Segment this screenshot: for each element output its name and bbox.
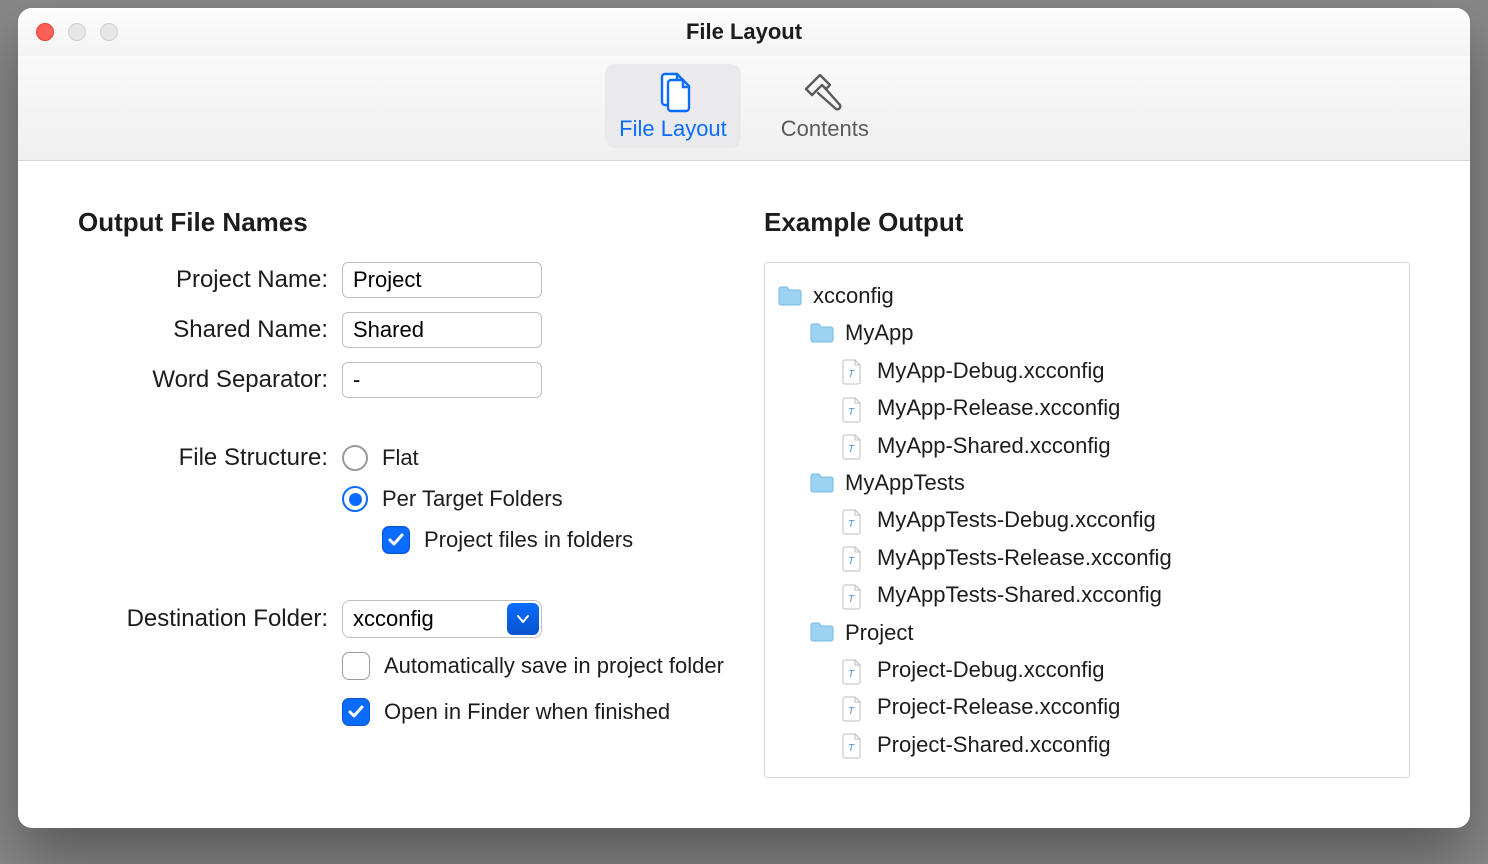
project-name-label: Project Name: [78,266,328,294]
file-icon: T [841,434,867,456]
section-example-output: Example Output [764,207,1410,238]
example-output-tree: xcconfigMyAppTMyApp-Debug.xcconfigTMyApp… [764,262,1410,778]
folder-icon [777,285,803,307]
section-output-file-names: Output File Names [78,207,724,238]
svg-text:T: T [848,556,855,567]
tree-file[interactable]: TProject-Debug.xcconfig [841,651,1397,688]
documents-icon [649,70,697,114]
folder-icon [809,322,835,344]
destination-folder-label: Destination Folder: [78,605,328,633]
tab-file-layout[interactable]: File Layout [605,64,741,148]
file-icon: T [841,696,867,718]
folder-icon [809,472,835,494]
tree-folder[interactable]: MyAppTests [809,464,1397,501]
folder-icon [809,621,835,643]
open-in-finder-checkbox[interactable] [342,698,370,726]
file-structure-label: File Structure: [78,444,328,472]
svg-text:T: T [848,669,855,680]
tree-file[interactable]: TMyApp-Shared.xcconfig [841,427,1397,464]
tree-file[interactable]: TMyAppTests-Release.xcconfig [841,539,1397,576]
open-in-finder-label: Open in Finder when finished [384,699,670,725]
project-files-in-folders-label: Project files in folders [424,527,633,553]
file-structure-per-target-label: Per Target Folders [382,486,563,512]
destination-folder-disclosure[interactable] [507,603,539,635]
project-files-in-folders-checkbox[interactable] [382,526,410,554]
tree-file[interactable]: TMyApp-Release.xcconfig [841,389,1397,426]
shared-name-input[interactable] [342,312,542,348]
tree-folder-root[interactable]: xcconfig [777,277,1397,314]
svg-text:T: T [848,369,855,380]
shared-name-label: Shared Name: [78,316,328,344]
file-icon: T [841,509,867,531]
tab-contents[interactable]: Contents [767,64,883,148]
zoom-window-button[interactable] [100,23,118,41]
svg-text:T: T [848,444,855,455]
auto-save-label: Automatically save in project folder [384,653,724,679]
file-icon: T [841,584,867,606]
auto-save-checkbox[interactable] [342,652,370,680]
file-icon: T [841,397,867,419]
close-window-button[interactable] [36,23,54,41]
svg-text:T: T [848,407,855,418]
toolbar: File Layout Contents [18,56,1470,161]
tree-file[interactable]: TProject-Shared.xcconfig [841,726,1397,763]
titlebar: File Layout [18,8,1470,56]
file-structure-flat-radio[interactable] [342,445,368,471]
tree-file[interactable]: TProject-Release.xcconfig [841,688,1397,725]
word-separator-label: Word Separator: [78,366,328,394]
svg-text:T: T [848,519,855,530]
preferences-window: File Layout File Layout Contents [18,8,1470,828]
tree-file[interactable]: TMyAppTests-Debug.xcconfig [841,501,1397,538]
tree-folder[interactable]: Project [809,614,1397,651]
minimize-window-button[interactable] [68,23,86,41]
file-icon: T [841,659,867,681]
file-structure-flat-label: Flat [382,445,419,471]
file-icon: T [841,359,867,381]
file-icon: T [841,546,867,568]
hammer-icon [801,70,849,114]
project-name-input[interactable] [342,262,542,298]
tree-file[interactable]: TMyApp-Debug.xcconfig [841,352,1397,389]
word-separator-input[interactable] [342,362,542,398]
svg-text:T: T [848,743,855,754]
tree-file[interactable]: TMyAppTests-Shared.xcconfig [841,576,1397,613]
chevron-down-icon [516,612,530,626]
window-title: File Layout [686,19,802,45]
svg-text:T: T [848,706,855,717]
tree-folder[interactable]: MyApp [809,314,1397,351]
svg-text:T: T [848,594,855,605]
file-icon: T [841,733,867,755]
file-structure-per-target-radio[interactable] [342,486,368,512]
